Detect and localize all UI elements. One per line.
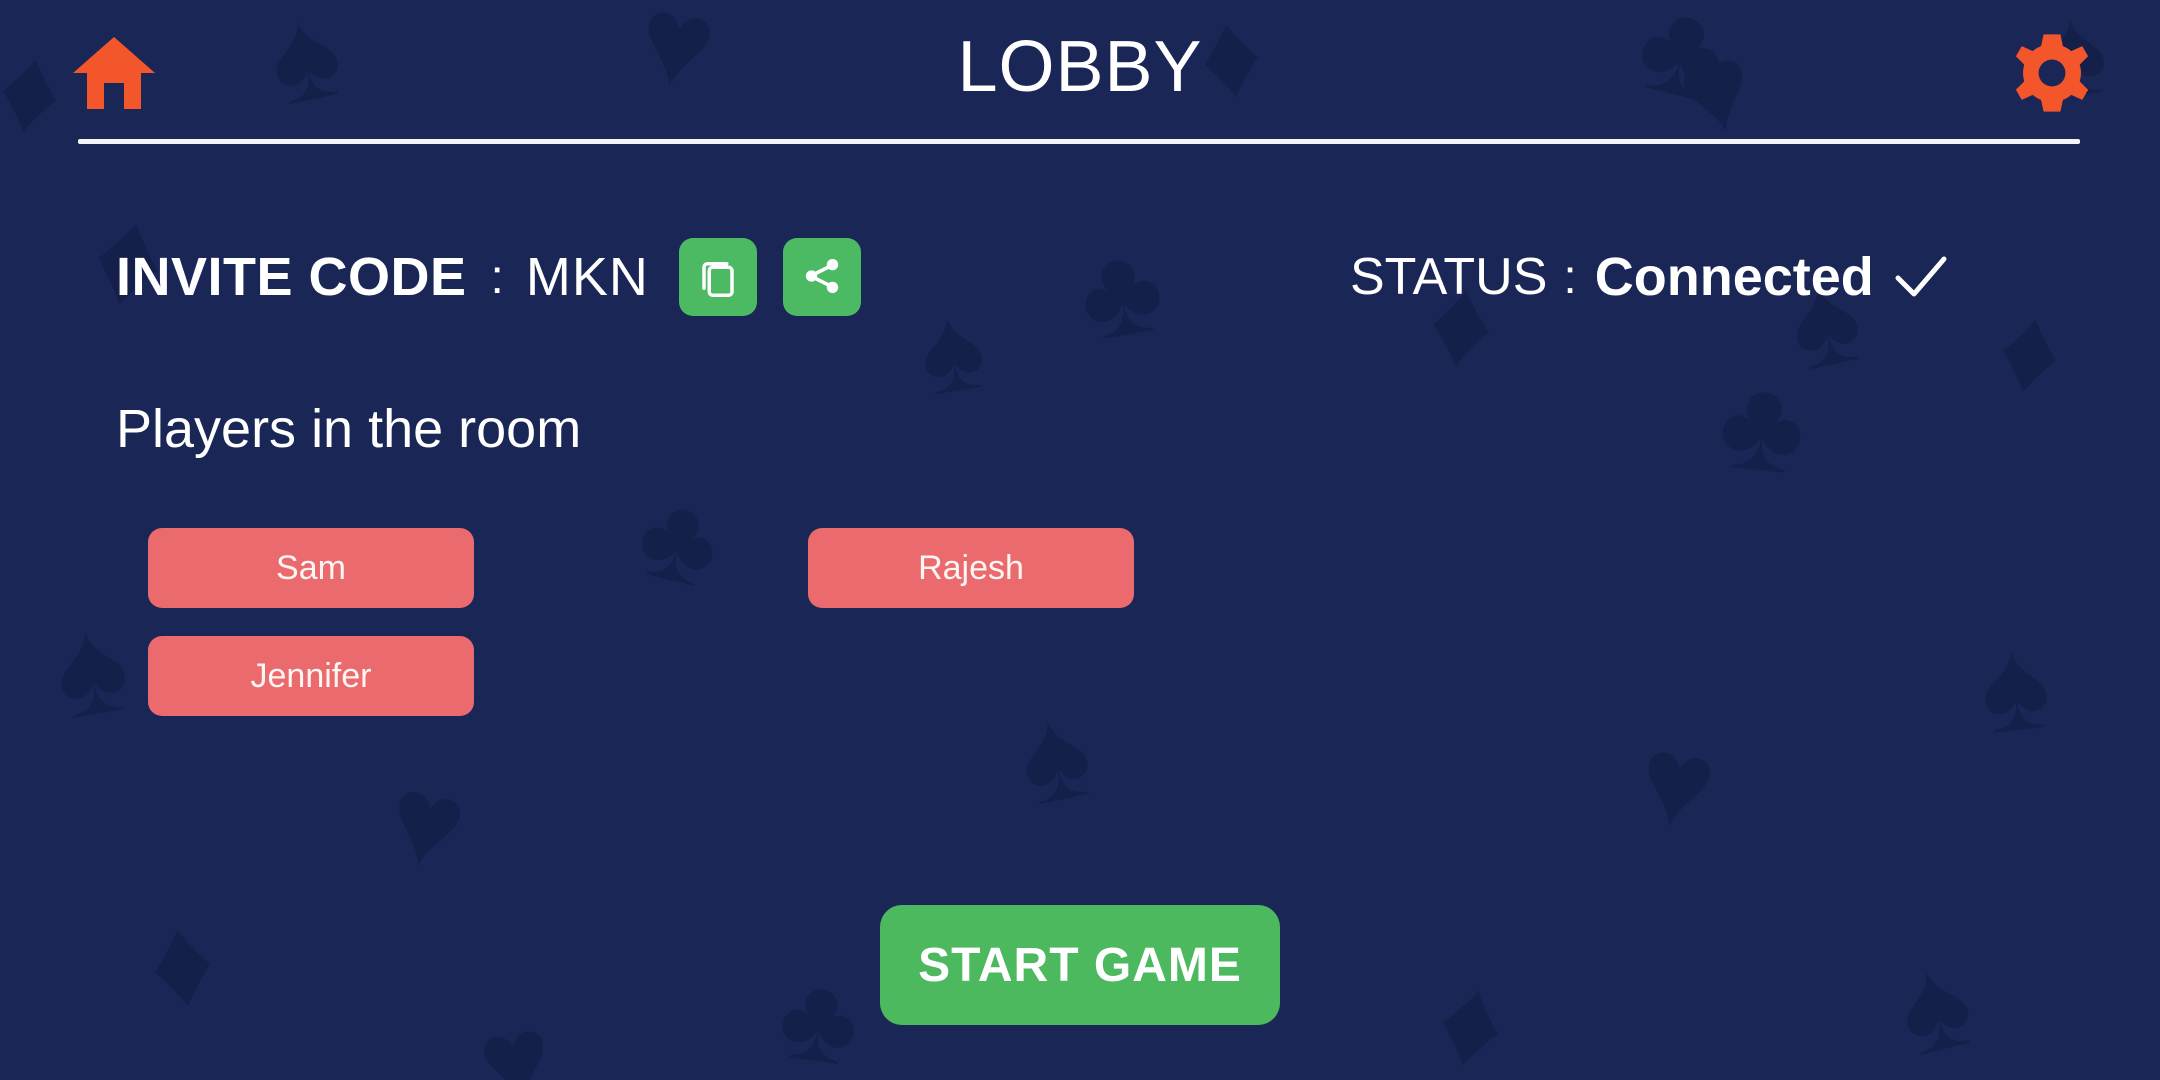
copy-icon <box>697 255 739 300</box>
invite-code-label: INVITE CODE <box>116 247 467 307</box>
start-game-button[interactable]: START GAME <box>880 905 1280 1025</box>
player-chip: Sam <box>148 528 474 608</box>
invite-code-block: INVITE CODE : MKN <box>116 222 861 332</box>
card-suit-decoration: ♠ <box>42 586 140 749</box>
card-suit-decoration: ♥ <box>468 987 563 1080</box>
players-heading: Players in the room <box>116 399 582 459</box>
app-header: LOBBY <box>0 0 2160 150</box>
card-suit-decoration: ♦ <box>140 889 224 1036</box>
card-suit-decoration: ♠ <box>1972 608 2057 762</box>
player-chip: Rajesh <box>808 528 1134 608</box>
card-suit-decoration: ♣ <box>771 948 868 1080</box>
status-separator: : <box>1563 250 1577 304</box>
card-suit-decoration: ♥ <box>1628 707 1726 858</box>
lobby-info-row: INVITE CODE : MKN STATUS: Connected <box>0 222 2160 332</box>
share-icon <box>801 255 843 300</box>
card-suit-decoration: ♦ <box>1426 947 1518 1080</box>
card-suit-decoration: ♥ <box>376 746 478 899</box>
check-icon <box>1894 254 1948 300</box>
card-suit-decoration: ♠ <box>1883 925 1986 1080</box>
settings-button[interactable] <box>2006 33 2098 116</box>
connection-status-block: STATUS : Connected <box>1350 222 1948 332</box>
copy-invite-code-button[interactable] <box>678 238 757 316</box>
invite-separator: : <box>490 250 504 304</box>
page-title: LOBBY <box>957 27 1203 107</box>
player-chip: Jennifer <box>148 636 474 716</box>
status-label: STATUS <box>1350 248 1548 306</box>
share-invite-code-button[interactable] <box>782 238 861 316</box>
status-value: Connected <box>1594 247 1874 307</box>
header-divider <box>78 139 2080 144</box>
gear-icon <box>2010 31 2094 120</box>
card-suit-decoration: ♣ <box>1712 347 1813 503</box>
invite-code-value: MKN <box>525 247 649 307</box>
players-list: Sam Rajesh Jennifer <box>148 528 1148 716</box>
